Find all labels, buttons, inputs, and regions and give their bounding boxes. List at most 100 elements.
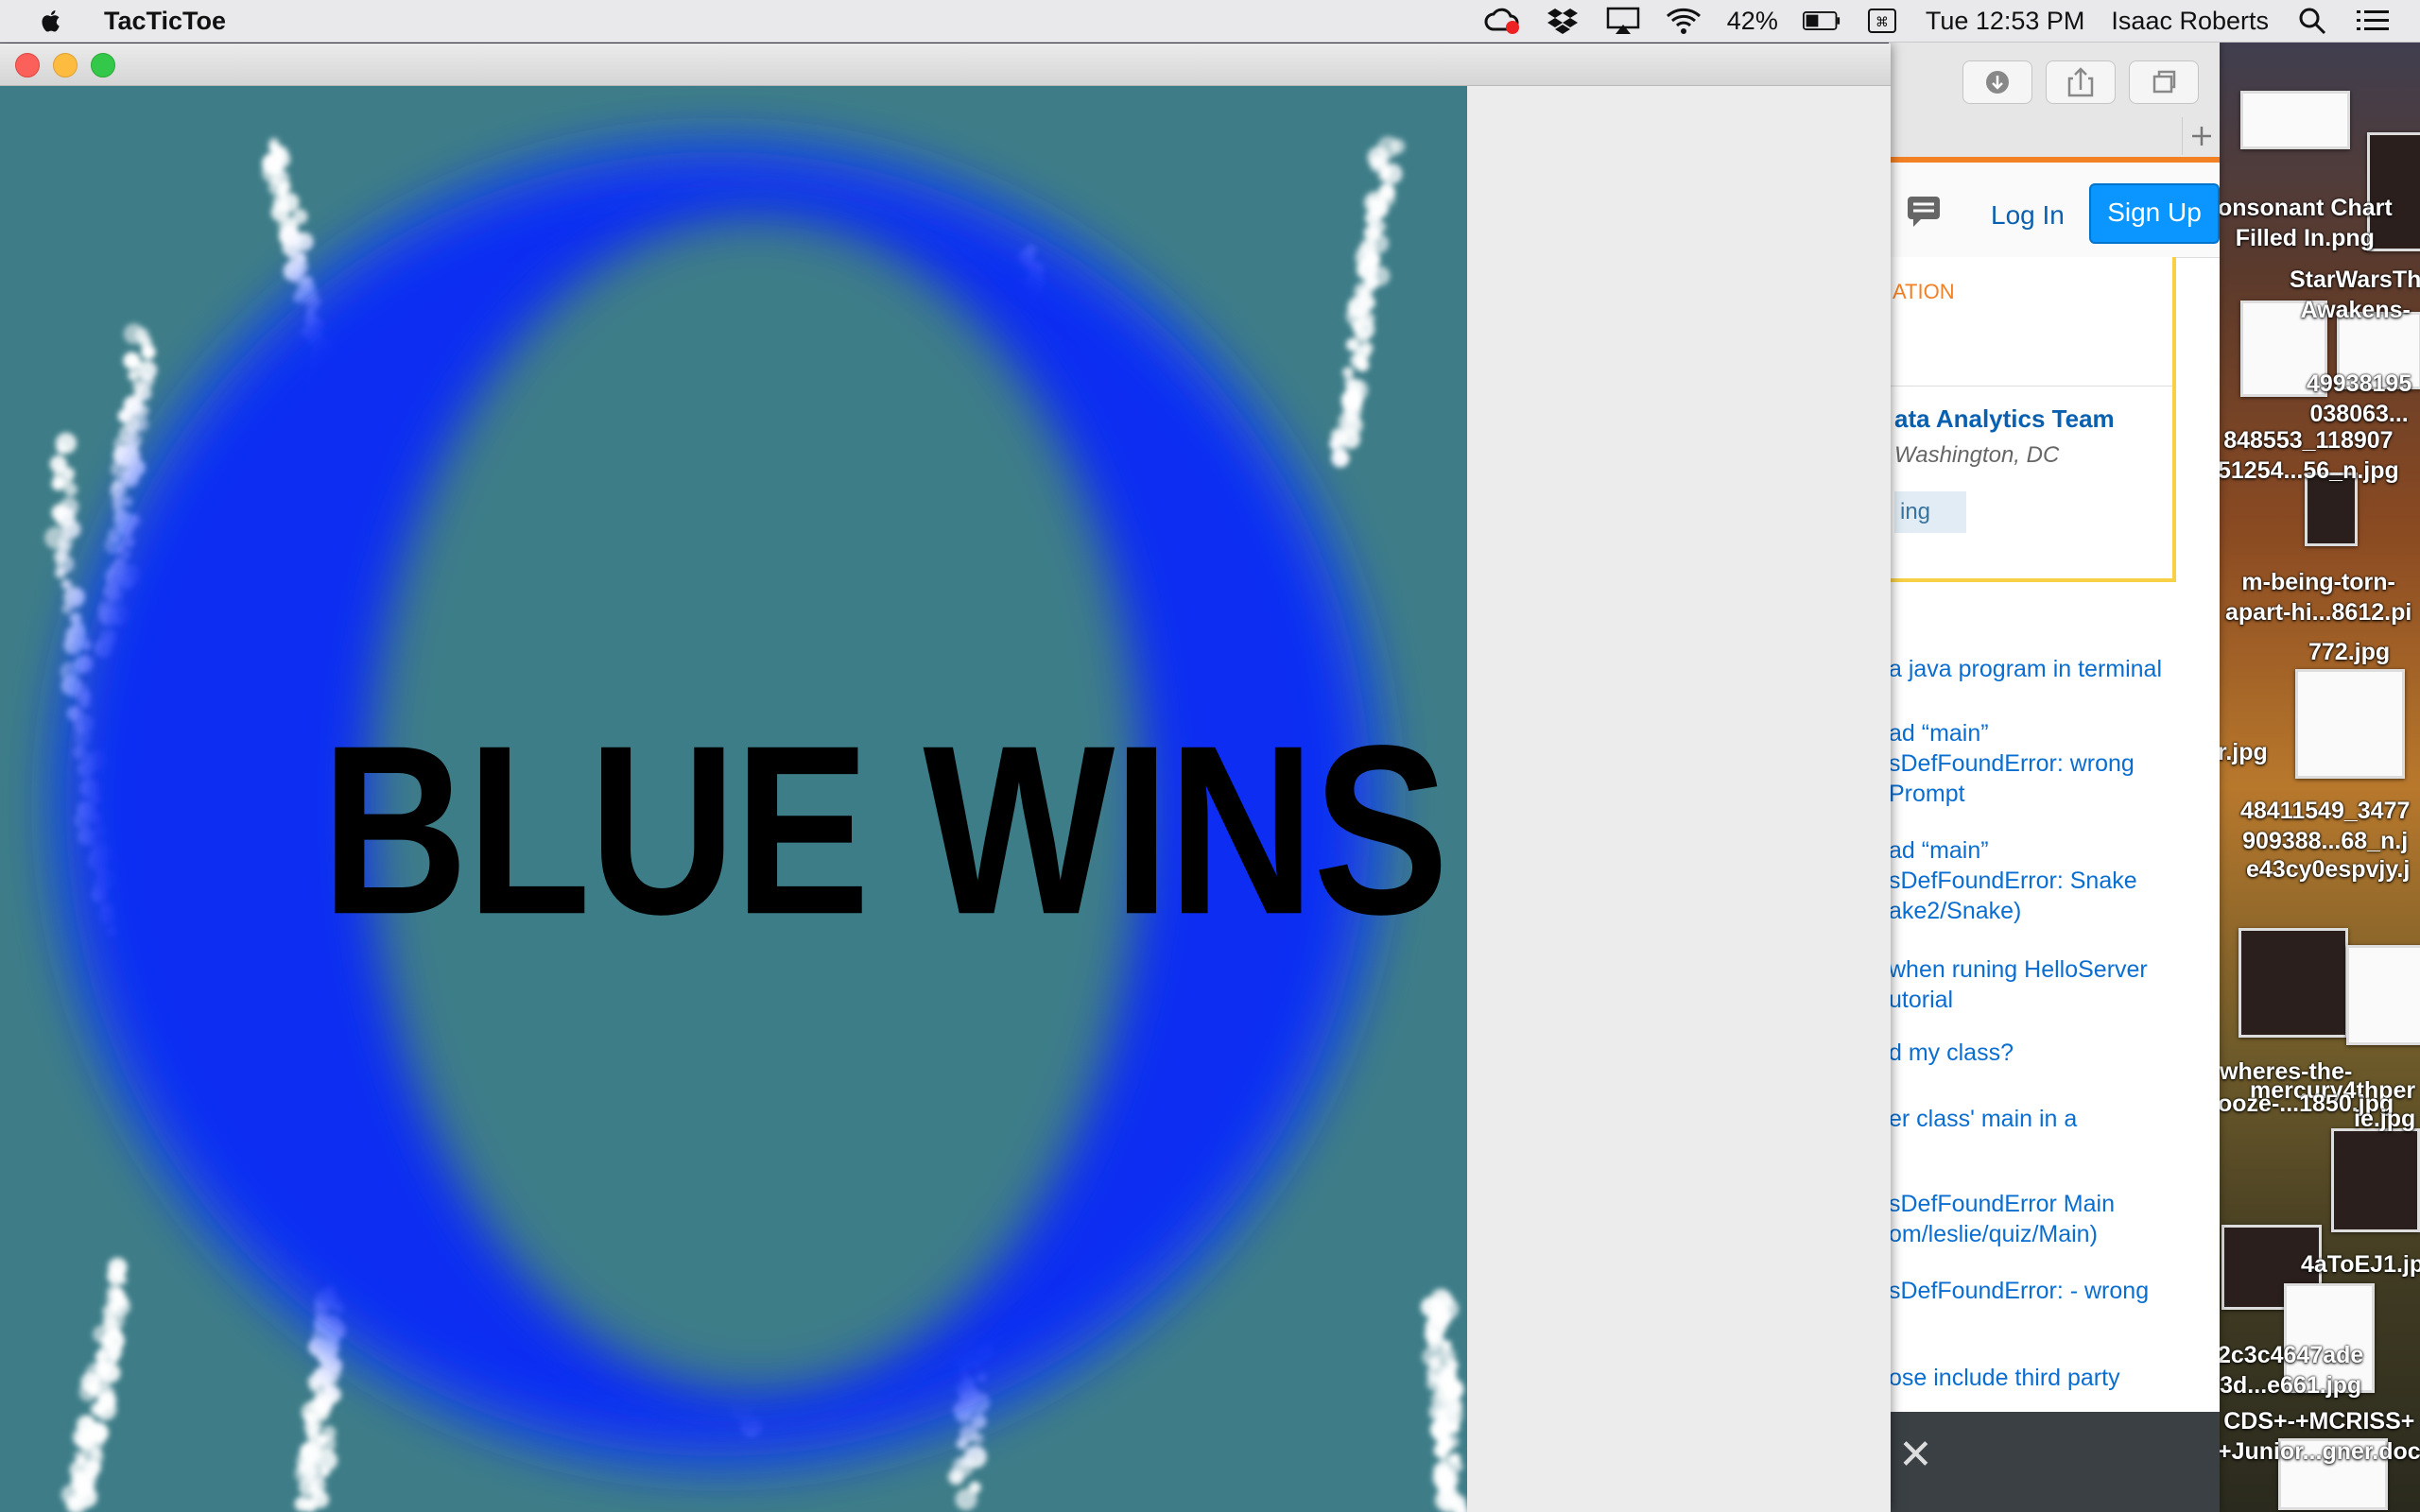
share-button[interactable] bbox=[2046, 60, 2116, 104]
related-question[interactable]: ad “main” sDefFoundError: Snake ake2/Sna… bbox=[1889, 835, 2220, 926]
desktop-file-label[interactable]: 772.jpg bbox=[2308, 637, 2390, 667]
related-question[interactable]: d my class? bbox=[1889, 1038, 2220, 1068]
sparkle-dot bbox=[78, 1383, 98, 1402]
sparkle-dot bbox=[1390, 139, 1406, 154]
downloads-button[interactable] bbox=[1962, 60, 2032, 104]
airplay-icon[interactable] bbox=[1604, 7, 1642, 35]
menubar-clock[interactable]: Tue 12:53 PM bbox=[1926, 7, 2085, 36]
close-window-button[interactable] bbox=[15, 53, 40, 77]
related-question[interactable]: when runing HelloServer utorial bbox=[1889, 954, 2220, 1015]
desktop-file-thumbnail[interactable] bbox=[2331, 1128, 2420, 1232]
sparkle-dot bbox=[108, 1352, 119, 1364]
related-question-text: ad “main” bbox=[1889, 720, 1989, 747]
related-question-text: er class' main in a bbox=[1889, 1106, 2078, 1132]
desktop-file-name: 48411549_3477 bbox=[2240, 798, 2411, 824]
related-question[interactable]: ad “main” sDefFoundError: wrong Prompt bbox=[1889, 718, 2220, 809]
desktop-file-name: Awakens- bbox=[2300, 297, 2411, 323]
desktop-file-name: 909388...68_n.j bbox=[2242, 828, 2409, 854]
related-question-text: utorial bbox=[1889, 987, 1954, 1013]
menu-list-icon[interactable] bbox=[2354, 7, 2392, 35]
related-question-text: sDefFoundError: wrong bbox=[1889, 750, 2135, 777]
sparkle-dot bbox=[56, 442, 68, 455]
desktop-file-label[interactable]: ie.jpg bbox=[2354, 1104, 2415, 1134]
share-icon bbox=[2067, 67, 2094, 97]
tabs-icon bbox=[2152, 70, 2176, 94]
desktop-file-name: m-being-torn- bbox=[2241, 569, 2395, 595]
related-question-text: a java program in terminal bbox=[1889, 656, 2163, 682]
desktop-file-name: r.jpg bbox=[2218, 739, 2268, 765]
minimize-window-button[interactable] bbox=[53, 53, 78, 77]
winner-banner: BLUE WINS bbox=[321, 695, 1449, 965]
zoom-window-button[interactable] bbox=[91, 53, 115, 77]
desktop-file-name: 3d...e661.jpg bbox=[2220, 1372, 2362, 1399]
sparkle-dot bbox=[1378, 170, 1391, 182]
related-question-text: ad “main” bbox=[1889, 837, 1989, 864]
dropbox-icon[interactable] bbox=[1544, 7, 1582, 35]
sparkle-dot bbox=[956, 1437, 968, 1450]
wifi-icon[interactable] bbox=[1665, 7, 1703, 35]
window-titlebar[interactable] bbox=[0, 43, 1891, 86]
desktop-file-label[interactable]: onsonant Chart Filled In.png bbox=[2218, 193, 2393, 253]
desktop-file-name: CDS+-+MCRISS+ bbox=[2223, 1408, 2415, 1435]
creative-cloud-icon[interactable] bbox=[1483, 7, 1521, 35]
desktop-file-label[interactable]: 2c3c4647ade 3d...e661.jpg bbox=[2218, 1340, 2363, 1400]
browser-toolbar bbox=[1889, 42, 2220, 158]
related-question[interactable]: sDefFoundError Main om/leslie/quiz/Main) bbox=[1889, 1189, 2220, 1249]
browser-window: Log In Sign Up ATION ata Analytics Team … bbox=[1889, 42, 2220, 1512]
desktop-file-thumbnail[interactable] bbox=[2346, 945, 2420, 1045]
keyboard-shortcut-icon[interactable]: ⌘ bbox=[1863, 7, 1901, 35]
desktop-file-label[interactable]: 848553_118907 51254...56_n.jpg bbox=[2218, 425, 2399, 486]
sparkle-dot bbox=[128, 369, 140, 382]
job-tag[interactable]: ing bbox=[1894, 491, 1966, 533]
battery-percent[interactable]: 42% bbox=[1727, 7, 1778, 36]
related-question-text: ake2/Snake) bbox=[1889, 898, 2022, 924]
desktop-file-thumbnail[interactable] bbox=[2238, 928, 2348, 1038]
svg-text:⌘: ⌘ bbox=[1876, 15, 1889, 30]
game-canvas[interactable]: BLUE WINS bbox=[0, 86, 1467, 1512]
desktop-file-thumbnail[interactable] bbox=[2240, 91, 2350, 149]
new-tab-button[interactable] bbox=[2182, 117, 2220, 155]
login-link[interactable]: Log In bbox=[1991, 200, 2065, 231]
battery-icon[interactable] bbox=[1802, 7, 1841, 35]
plus-icon bbox=[2192, 127, 2211, 146]
desktop-file-label[interactable]: 48411549_3477 909388...68_n.j bbox=[2240, 796, 2410, 856]
sparkle-dot bbox=[972, 1433, 984, 1444]
game-window: BLUE WINS bbox=[0, 43, 1891, 1512]
sparkle-dot bbox=[55, 567, 66, 578]
job-title[interactable]: ata Analytics Team bbox=[1894, 404, 2115, 434]
menu-bar: TacTicToe 42% ⌘ Tue 12:53 PM Isaac Rober… bbox=[0, 0, 2420, 43]
desktop-file-label[interactable]: CDS+-+MCRISS+ +Junior...gner.doc bbox=[2218, 1406, 2420, 1467]
apple-icon[interactable] bbox=[38, 7, 66, 35]
desktop-file-label[interactable]: e43cy0espvjy.j bbox=[2246, 854, 2410, 885]
app-name[interactable]: TacTicToe bbox=[104, 7, 226, 36]
related-question-text: Prompt bbox=[1889, 781, 1965, 807]
close-icon[interactable]: ✕ bbox=[1898, 1431, 1933, 1479]
desktop-file-name: e43cy0espvjy.j bbox=[2246, 856, 2411, 883]
desktop-file-name: 848553_118907 bbox=[2223, 427, 2394, 454]
desktop-file-label[interactable]: StarWarsTh Awakens- bbox=[2290, 265, 2420, 325]
tabs-overview-button[interactable] bbox=[2129, 60, 2199, 104]
sparkle-dot bbox=[950, 1472, 961, 1484]
desktop-file-label[interactable]: 49938195 038063... bbox=[2307, 369, 2411, 429]
sparkle-dot bbox=[141, 347, 152, 358]
desktop-file-name: 49938195 bbox=[2307, 370, 2412, 397]
related-question[interactable]: ose include third party bbox=[1889, 1363, 2220, 1393]
chat-icon[interactable] bbox=[1906, 195, 1942, 229]
related-question[interactable]: er class' main in a bbox=[1889, 1104, 2220, 1134]
related-question-text: sDefFoundError: - wrong bbox=[1889, 1278, 2150, 1304]
desktop-file-thumbnail[interactable] bbox=[2295, 669, 2405, 779]
related-question-text: d my class? bbox=[1889, 1040, 2014, 1066]
sparkle-dot bbox=[1331, 449, 1350, 468]
desktop-file-name: Filled In.png bbox=[2235, 225, 2375, 251]
desktop-file-label[interactable]: 4aToEJ1.jp bbox=[2301, 1249, 2420, 1280]
menubar-user[interactable]: Isaac Roberts bbox=[2111, 7, 2269, 36]
related-question[interactable]: a java program in terminal bbox=[1889, 654, 2220, 684]
signup-button[interactable]: Sign Up bbox=[2089, 183, 2220, 244]
search-icon[interactable] bbox=[2293, 7, 2331, 35]
desktop-file-label[interactable]: m-being-torn- apart-hi...8612.pi bbox=[2225, 567, 2411, 627]
desktop-file-label[interactable]: r.jpg bbox=[2218, 737, 2268, 767]
related-question-text: om/leslie/quiz/Main) bbox=[1889, 1221, 2098, 1247]
job-ad-card[interactable]: ATION ata Analytics Team Washington, DC … bbox=[1889, 257, 2176, 582]
related-question[interactable]: sDefFoundError: - wrong bbox=[1889, 1276, 2220, 1306]
sparkle-dot bbox=[315, 1408, 329, 1421]
